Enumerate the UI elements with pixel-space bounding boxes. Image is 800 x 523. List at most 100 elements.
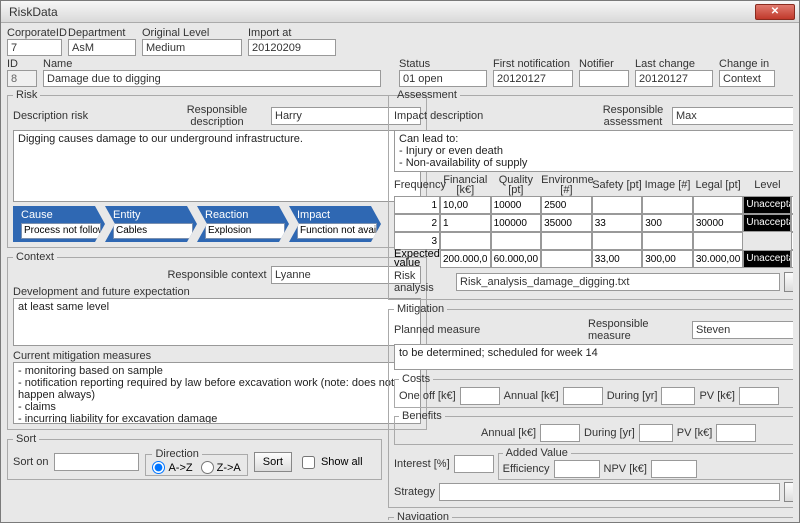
efficiency-input[interactable] bbox=[554, 460, 600, 478]
close-icon[interactable]: ✕ bbox=[755, 4, 795, 20]
assessment-grid: Frequency Financial [k€] Quality [pt] En… bbox=[394, 174, 793, 268]
table-row: Unaccepta bbox=[394, 214, 793, 232]
planned-text[interactable]: to be determined; scheduled for week 14 bbox=[394, 344, 793, 370]
status-input[interactable] bbox=[399, 70, 487, 87]
cell[interactable] bbox=[791, 232, 793, 250]
nav-group: Navigation Rank ⏮ ◀ ▶ ⏭ Open Save New Cl… bbox=[388, 511, 793, 520]
cell[interactable] bbox=[592, 250, 643, 268]
planned-label: Planned measure bbox=[394, 324, 584, 336]
cell[interactable] bbox=[541, 232, 592, 250]
cell[interactable] bbox=[693, 214, 744, 232]
cell[interactable] bbox=[693, 250, 744, 268]
first-notification-label: First notification bbox=[493, 58, 573, 70]
department-input[interactable] bbox=[68, 39, 136, 56]
npv-input[interactable] bbox=[651, 460, 697, 478]
annual-ben-input[interactable] bbox=[540, 424, 580, 442]
cell[interactable] bbox=[693, 196, 744, 214]
cell[interactable] bbox=[440, 250, 491, 268]
chain-cause-value[interactable]: Process not follow bbox=[21, 223, 101, 239]
pv-cost-input[interactable] bbox=[739, 387, 779, 405]
ident-status-row: ID Name Status First notification Notifi… bbox=[7, 58, 793, 87]
cell[interactable] bbox=[491, 250, 542, 268]
cell[interactable] bbox=[440, 232, 491, 250]
last-change-label: Last change bbox=[635, 58, 713, 70]
cell[interactable] bbox=[642, 232, 693, 250]
interest-input[interactable] bbox=[454, 455, 494, 473]
annual-cost-input[interactable] bbox=[563, 387, 603, 405]
original-level-input[interactable] bbox=[142, 39, 242, 56]
cell[interactable] bbox=[440, 214, 491, 232]
cell[interactable] bbox=[693, 232, 744, 250]
cell[interactable] bbox=[642, 214, 693, 232]
radio-az[interactable]: A->Z bbox=[152, 461, 192, 474]
risk-legend: Risk bbox=[13, 89, 40, 101]
change-in-input[interactable] bbox=[719, 70, 775, 87]
context-legend: Context bbox=[13, 251, 57, 263]
notifier-input[interactable] bbox=[579, 70, 629, 87]
table-row: Unaccepta bbox=[394, 196, 793, 214]
oneoff-input[interactable] bbox=[460, 387, 500, 405]
pv-ben-input[interactable] bbox=[716, 424, 756, 442]
cell[interactable] bbox=[394, 196, 440, 214]
direction-group: Direction A->Z Z->A bbox=[145, 448, 247, 476]
name-input[interactable] bbox=[43, 70, 381, 87]
sort-group: Sort Sort on Direction A->Z Z->A Sort Sh… bbox=[7, 433, 382, 480]
level-badge: Unaccepta bbox=[743, 214, 791, 232]
risk-desc-text[interactable]: Digging causes damage to our underground… bbox=[13, 130, 421, 202]
cell[interactable] bbox=[592, 232, 643, 250]
assessment-resp-input[interactable] bbox=[672, 107, 793, 125]
assessment-resp-label: Responsible assessment bbox=[598, 104, 668, 128]
cell[interactable] bbox=[491, 232, 542, 250]
cell[interactable] bbox=[592, 214, 643, 232]
cell[interactable] bbox=[642, 196, 693, 214]
expected-row: Expected value Unaccepta bbox=[394, 250, 793, 268]
assessment-legend: Assessment bbox=[394, 89, 460, 101]
cell[interactable] bbox=[440, 196, 491, 214]
cell[interactable] bbox=[791, 196, 793, 214]
chain-reaction-value[interactable]: Explosion bbox=[205, 223, 285, 239]
window-title: RiskData bbox=[5, 5, 755, 19]
during-ben-input[interactable] bbox=[639, 424, 673, 442]
cell[interactable] bbox=[491, 196, 542, 214]
context-dev-text[interactable]: at least same level bbox=[13, 298, 421, 346]
cell[interactable] bbox=[642, 250, 693, 268]
corporateid-input[interactable] bbox=[7, 39, 62, 56]
strategy-input[interactable] bbox=[439, 483, 780, 501]
level-badge: Unaccepta bbox=[743, 250, 791, 268]
sort-legend: Sort bbox=[13, 433, 39, 445]
id-label: ID bbox=[7, 58, 37, 70]
cell[interactable] bbox=[491, 214, 542, 232]
last-change-input[interactable] bbox=[635, 70, 713, 87]
cell[interactable] bbox=[541, 214, 592, 232]
added-value-group: Added Value Efficiency NPV [k€] bbox=[498, 447, 793, 480]
cell[interactable] bbox=[791, 250, 793, 268]
risk-analysis-input[interactable] bbox=[456, 273, 780, 291]
first-notification-input[interactable] bbox=[493, 70, 573, 87]
risk-resp-label: Responsible description bbox=[167, 104, 267, 128]
impact-desc-text[interactable]: Can lead to: - Injury or even death - No… bbox=[394, 130, 793, 172]
showall-check[interactable]: Show all bbox=[298, 453, 363, 472]
name-label: Name bbox=[43, 58, 381, 70]
import-at-input[interactable] bbox=[248, 39, 336, 56]
chain-impact-value[interactable]: Function not avail bbox=[297, 223, 377, 239]
cell[interactable] bbox=[394, 214, 440, 232]
cell[interactable] bbox=[592, 196, 643, 214]
status-label: Status bbox=[399, 58, 487, 70]
during-cost-input[interactable] bbox=[661, 387, 695, 405]
cell[interactable] bbox=[541, 196, 592, 214]
cell[interactable] bbox=[791, 214, 793, 232]
radio-za[interactable]: Z->A bbox=[201, 461, 241, 474]
chain-entity: Entity Cables bbox=[105, 206, 197, 242]
sorton-input[interactable] bbox=[54, 453, 139, 471]
select-file-button[interactable]: Select file bbox=[784, 482, 793, 502]
select-file-button[interactable]: Select file bbox=[784, 272, 793, 292]
sort-button[interactable]: Sort bbox=[254, 452, 292, 472]
content: CorporateID Department Original Level Im… bbox=[1, 23, 799, 522]
change-in-label: Change in bbox=[719, 58, 775, 70]
chain-entity-value[interactable]: Cables bbox=[113, 223, 193, 239]
impact-desc-label: Impact description bbox=[394, 110, 594, 122]
context-group: Context Responsible context Development … bbox=[7, 251, 427, 430]
mitigation-resp-input[interactable] bbox=[692, 321, 793, 339]
context-cur-text[interactable]: - monitoring based on sample - notificat… bbox=[13, 362, 421, 424]
cell[interactable] bbox=[541, 250, 592, 268]
